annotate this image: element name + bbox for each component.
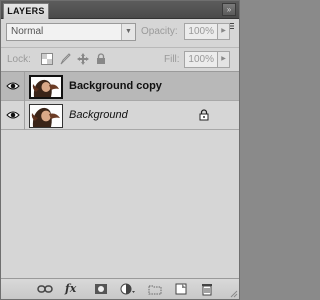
adjustment-layer-icon[interactable] bbox=[119, 282, 135, 296]
lock-icon bbox=[199, 109, 209, 121]
panel-tab-bar: LAYERS » bbox=[1, 1, 239, 19]
double-chevron-icon[interactable]: » bbox=[222, 3, 236, 16]
eye-icon bbox=[6, 111, 20, 119]
fx-icon[interactable]: fx bbox=[65, 282, 81, 296]
new-layer-icon[interactable] bbox=[173, 282, 189, 296]
opacity-stepper-icon[interactable]: ▶ bbox=[218, 23, 230, 40]
opacity-label: Opacity: bbox=[141, 26, 178, 37]
layer-thumbnail[interactable] bbox=[29, 104, 63, 128]
layer-row-background-copy[interactable]: Background copy bbox=[1, 72, 239, 101]
tab-layers[interactable]: LAYERS bbox=[3, 3, 49, 19]
layer-name[interactable]: Background copy bbox=[69, 80, 162, 92]
layer-name[interactable]: Background bbox=[69, 109, 128, 121]
opacity-field[interactable]: 100% bbox=[184, 23, 218, 40]
lock-position-icon[interactable] bbox=[77, 53, 89, 65]
divider bbox=[1, 47, 239, 48]
fill-field[interactable]: 100% bbox=[184, 51, 218, 68]
eye-icon bbox=[6, 82, 20, 90]
layers-bottom-toolbar: fx bbox=[1, 278, 239, 299]
chevron-down-icon: ▼ bbox=[121, 24, 135, 40]
visibility-toggle[interactable] bbox=[1, 72, 25, 101]
layers-list: Background copy Background bbox=[1, 72, 239, 278]
lock-image-pixels-icon[interactable] bbox=[59, 53, 71, 65]
visibility-toggle[interactable] bbox=[1, 101, 25, 130]
lock-transparent-pixels-icon[interactable] bbox=[41, 53, 53, 65]
blend-mode-select[interactable]: Normal ▼ bbox=[6, 23, 136, 41]
blend-mode-value: Normal bbox=[11, 26, 44, 37]
lock-all-icon[interactable] bbox=[95, 53, 107, 65]
layers-panel: LAYERS » Normal ▼ Opacity: 100% ▶ Lock: … bbox=[0, 0, 240, 300]
fill-stepper-icon[interactable]: ▶ bbox=[218, 51, 230, 68]
link-layers-icon[interactable] bbox=[37, 282, 53, 296]
fill-label: Fill: bbox=[164, 54, 180, 65]
layer-row-background[interactable]: Background bbox=[1, 101, 239, 130]
delete-layer-icon[interactable] bbox=[199, 282, 215, 296]
layer-thumbnail[interactable] bbox=[29, 75, 63, 99]
new-group-icon[interactable] bbox=[147, 282, 163, 296]
add-mask-icon[interactable] bbox=[93, 282, 109, 296]
lock-label: Lock: bbox=[7, 54, 31, 65]
resize-grip-icon[interactable] bbox=[230, 290, 238, 298]
